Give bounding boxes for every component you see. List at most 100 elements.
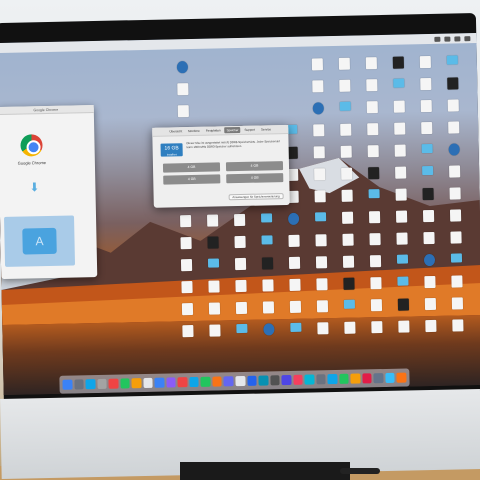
desktop-file-icon[interactable]: [339, 167, 353, 180]
desktop-file-icon[interactable]: [342, 299, 356, 309]
desktop-file-icon[interactable]: [395, 276, 409, 286]
desktop-file-icon[interactable]: [393, 166, 407, 179]
dock-app-icon[interactable]: [339, 373, 349, 384]
desktop-file-icon[interactable]: [364, 79, 378, 92]
desktop-file-icon[interactable]: [341, 277, 355, 290]
desktop-file-icon[interactable]: [342, 321, 356, 334]
desktop-file-icon[interactable]: [180, 303, 194, 316]
tab-storage[interactable]: Festplatten: [204, 127, 223, 133]
desktop-file-icon[interactable]: [337, 57, 351, 70]
desktop-file-icon[interactable]: [418, 55, 432, 69]
desktop-file-icon[interactable]: [259, 235, 273, 245]
dock-app-icon[interactable]: [350, 373, 361, 384]
desktop-file-icon[interactable]: [176, 105, 190, 118]
desktop-file-icon[interactable]: [179, 281, 193, 294]
desktop-file-icon[interactable]: [286, 212, 300, 226]
tab-support[interactable]: Support: [242, 127, 257, 133]
dock-app-icon[interactable]: [396, 372, 407, 383]
chrome-dmg-window[interactable]: Google Chrome Google Chrome ⬇ A: [0, 105, 98, 280]
desktop-file-icon[interactable]: [261, 301, 275, 314]
desktop-file-icon[interactable]: [259, 213, 273, 223]
desktop-file-icon[interactable]: [420, 165, 434, 176]
memory-upgrade-button[interactable]: Anweisungen für Speichererweiterung: [228, 193, 284, 201]
desktop-file-icon[interactable]: [311, 102, 325, 115]
desktop-file-icon[interactable]: [450, 297, 464, 310]
dock-app-icon[interactable]: [373, 373, 384, 384]
desktop-file-icon[interactable]: [205, 236, 219, 249]
desktop-file-icon[interactable]: [392, 122, 406, 135]
desktop-file-icon[interactable]: [338, 101, 352, 111]
dock-app-icon[interactable]: [269, 375, 280, 386]
desktop-file-icon[interactable]: [339, 145, 353, 158]
dock-app-icon[interactable]: [212, 376, 223, 387]
desktop-file-icon[interactable]: [337, 79, 351, 92]
chrome-app-icon[interactable]: [20, 134, 43, 157]
desktop-file-icon[interactable]: [423, 319, 437, 333]
desktop-file-icon[interactable]: [419, 121, 433, 135]
desktop-file-icon[interactable]: [395, 254, 409, 264]
desktop-file-icon[interactable]: [206, 280, 220, 293]
desktop-file-icon[interactable]: [423, 297, 437, 311]
desktop-file-icon[interactable]: [391, 56, 405, 69]
desktop-file-icon[interactable]: [394, 210, 408, 223]
desktop-file-icon[interactable]: [338, 123, 352, 136]
desktop-file-icon[interactable]: [232, 213, 246, 227]
desktop-file-icon[interactable]: [286, 234, 300, 247]
desktop-file-icon[interactable]: [288, 300, 302, 313]
dock-app-icon[interactable]: [73, 379, 84, 390]
dock-app-icon[interactable]: [223, 376, 234, 387]
desktop-file-icon[interactable]: [260, 257, 274, 270]
desktop-file-icon[interactable]: [369, 299, 383, 312]
desktop-file-icon[interactable]: [315, 322, 329, 335]
dock-app-icon[interactable]: [246, 375, 257, 386]
desktop-file-icon[interactable]: [366, 167, 380, 180]
desktop-file-icon[interactable]: [179, 259, 193, 272]
desktop-file-icon[interactable]: [391, 78, 405, 88]
desktop-file-icon[interactable]: [287, 256, 301, 269]
desktop-file-icon[interactable]: [420, 187, 434, 201]
desktop-file-icon[interactable]: [445, 77, 459, 90]
desktop-file-icon[interactable]: [207, 324, 221, 337]
desktop-file-icon[interactable]: [392, 100, 406, 113]
dock-app-icon[interactable]: [62, 379, 73, 390]
tab-service[interactable]: Service: [259, 126, 273, 132]
desktop-file-icon[interactable]: [260, 279, 274, 292]
about-this-mac-window[interactable]: Übersicht Monitore Festplatten Speicher …: [152, 124, 290, 208]
desktop-file-icon[interactable]: [420, 143, 434, 154]
desktop-file-icon[interactable]: [396, 320, 410, 333]
dock-app-icon[interactable]: [304, 374, 315, 385]
dock-app-icon[interactable]: [166, 377, 176, 388]
tab-overview[interactable]: Übersicht: [167, 128, 184, 134]
desktop-file-icon[interactable]: [367, 211, 381, 224]
desktop-file-icon[interactable]: [446, 99, 460, 112]
applications-folder-icon[interactable]: A: [4, 215, 76, 267]
dock-app-icon[interactable]: [327, 374, 338, 385]
desktop-file-icon[interactable]: [449, 253, 463, 263]
desktop-file-icon[interactable]: [419, 99, 433, 113]
desktop-file-icon[interactable]: [178, 215, 192, 228]
desktop-file-icon[interactable]: [394, 188, 408, 201]
menubar-status-icon[interactable]: [464, 35, 471, 41]
desktop-file-icon[interactable]: [314, 256, 328, 269]
desktop-file-icon[interactable]: [367, 233, 381, 246]
desktop-file-icon[interactable]: [341, 255, 355, 268]
desktop-file-icon[interactable]: [310, 58, 324, 71]
dock-app-icon[interactable]: [293, 374, 303, 385]
desktop-file-icon[interactable]: [233, 279, 247, 293]
desktop-file-icon[interactable]: [261, 323, 275, 336]
desktop-file-icon[interactable]: [206, 258, 220, 268]
dock-app-icon[interactable]: [97, 378, 107, 390]
dock-app-icon[interactable]: [258, 375, 269, 386]
dock-app-icon[interactable]: [154, 377, 165, 388]
dock-app-icon[interactable]: [316, 374, 326, 385]
desktop-file-icon[interactable]: [365, 101, 379, 114]
dock-app-icon[interactable]: [108, 378, 119, 389]
desktop-file-icon[interactable]: [312, 168, 326, 181]
menubar-status-icon[interactable]: [444, 36, 451, 42]
desktop-file-icon[interactable]: [310, 80, 324, 93]
desktop-file-icon[interactable]: [394, 232, 408, 245]
desktop-file-icon[interactable]: [393, 144, 407, 157]
desktop-file-icon[interactable]: [447, 187, 461, 200]
desktop-file-icon[interactable]: [312, 146, 326, 159]
dock-app-icon[interactable]: [177, 377, 188, 388]
